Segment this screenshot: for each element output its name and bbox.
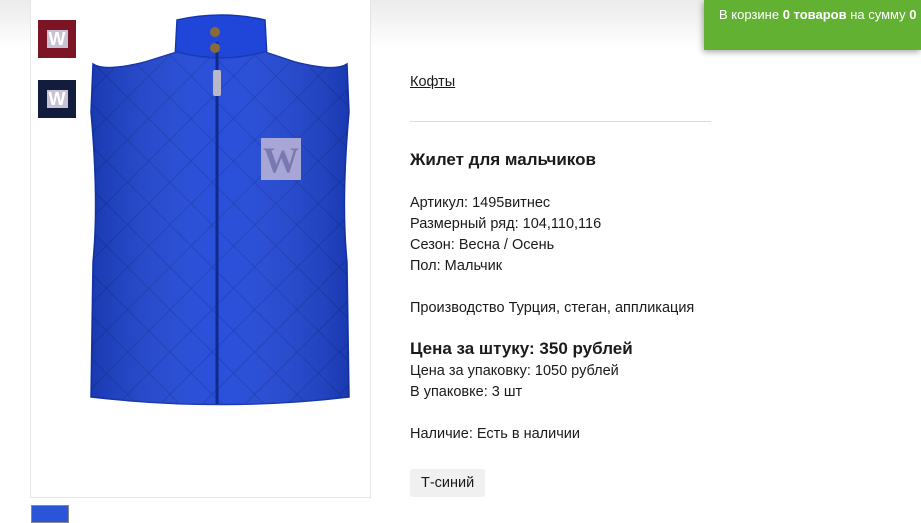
season: Сезон: Весна / Осень bbox=[410, 237, 555, 253]
size-range: Размерный ряд: 104,110,116 bbox=[410, 216, 602, 232]
cart-prefix: В корзине bbox=[719, 7, 780, 22]
product-page: W W W Кофты Жилет для мальчиков Артикул:… bbox=[0, 0, 921, 523]
pack-quantity: В упаковке: 3 шт bbox=[410, 384, 523, 400]
breadcrumb-link[interactable]: Кофты bbox=[410, 72, 455, 93]
letter-w-logo: W bbox=[46, 29, 68, 49]
w-patch-logo: W bbox=[261, 138, 301, 180]
price-per-item: Цена за штуку: 350 рублей bbox=[410, 339, 633, 358]
thumbnail-burgundy[interactable]: W bbox=[38, 20, 76, 58]
production-info: Производство Турция, стеган, аппликация bbox=[410, 300, 695, 316]
availability: Наличие: Есть в наличии bbox=[410, 426, 580, 442]
cart-count: 0 товаров bbox=[782, 7, 847, 22]
divider bbox=[410, 121, 711, 122]
gender: Пол: Мальчик bbox=[410, 258, 503, 274]
price-per-pack: Цена за упаковку: 1050 рублей bbox=[410, 363, 619, 379]
cart-sum: 0 bbox=[909, 7, 917, 22]
article: Артикул: 1495витнес bbox=[410, 195, 551, 211]
svg-text:W: W bbox=[263, 140, 299, 180]
color-option-button[interactable]: Т-синий bbox=[410, 469, 486, 497]
letter-w-logo: W bbox=[46, 89, 68, 109]
product-main-image[interactable]: W bbox=[85, 12, 357, 410]
cart-summary[interactable]: В корзине 0 товаров на сумму 0 bbox=[704, 0, 921, 50]
thumbnail-blue[interactable] bbox=[31, 505, 69, 523]
product-title: Жилет для мальчиков bbox=[410, 150, 596, 169]
thumbnail-navy[interactable]: W bbox=[38, 80, 76, 118]
cart-middle: на сумму bbox=[850, 7, 906, 22]
